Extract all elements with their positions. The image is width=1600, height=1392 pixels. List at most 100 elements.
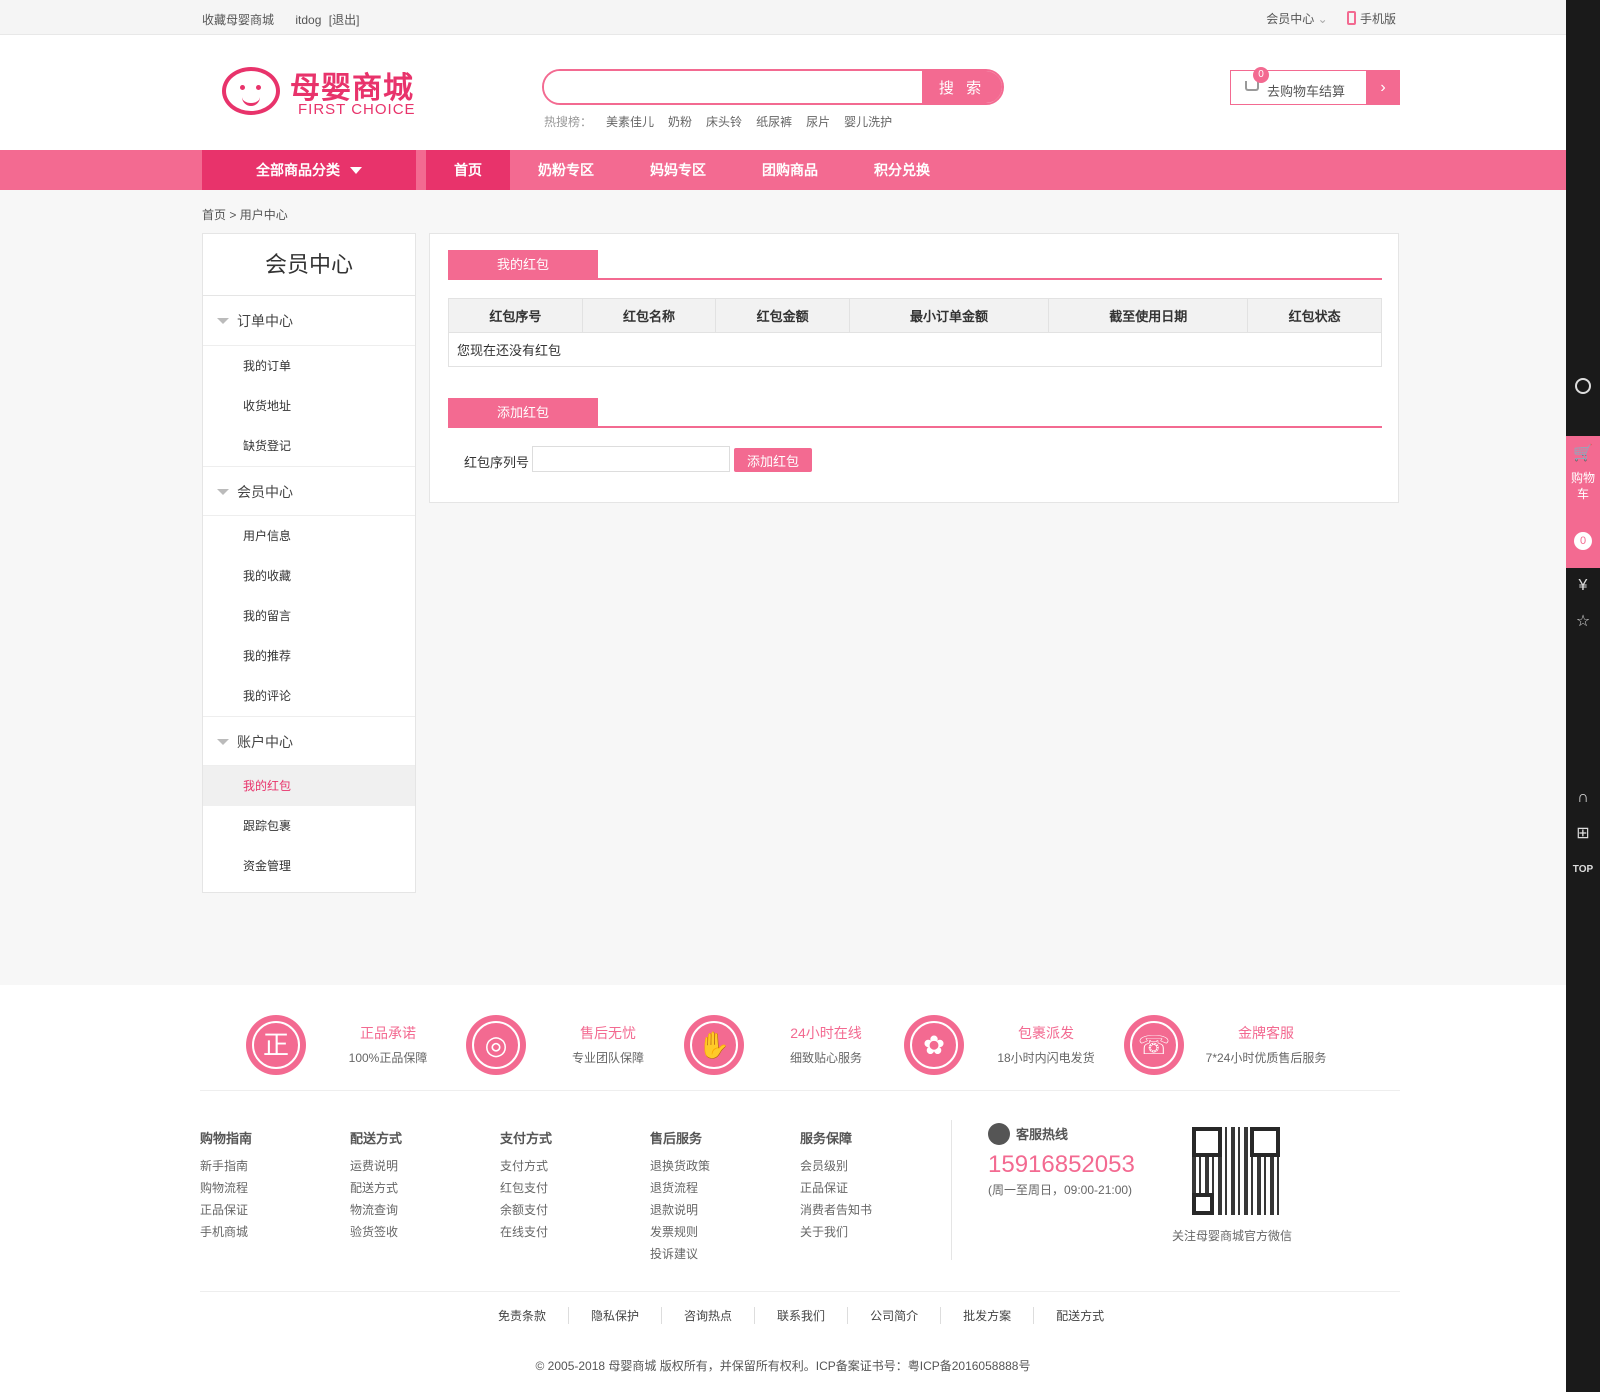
sidebar-item-my-orders[interactable]: 我的订单	[203, 346, 415, 386]
gift-icon: ✿	[904, 1015, 964, 1075]
sidebar-group-orders[interactable]: 订单中心	[203, 296, 415, 346]
cart-icon: 🛒	[1573, 445, 1593, 462]
qr-icon[interactable]: ⊞	[1566, 822, 1600, 846]
divider	[200, 1090, 1400, 1091]
hot-keyword[interactable]: 尿片	[806, 115, 830, 129]
footer-link[interactable]: 退换货政策	[650, 1155, 710, 1177]
bottom-link[interactable]: 联系我们	[754, 1307, 847, 1324]
sidebar-item-messages[interactable]: 我的留言	[203, 596, 415, 636]
star-icon[interactable]: ☆	[1566, 610, 1600, 634]
copyright: © 2005-2018 母婴商城 版权所有，并保留所有权利。ICP备案证书号：粤…	[535, 1359, 1031, 1373]
footer-link[interactable]: 手机商城	[200, 1221, 252, 1243]
all-categories-button[interactable]: 全部商品分类	[202, 150, 416, 190]
sidebar-item-reviews[interactable]: 我的评论	[203, 676, 415, 716]
service-hours: (周一至周日，09:00-21:00)	[988, 1183, 1133, 1197]
sidebar-item-address[interactable]: 收货地址	[203, 386, 415, 426]
triangle-down-icon	[217, 318, 229, 324]
yen-icon[interactable]: ¥	[1566, 574, 1600, 598]
bottom-link[interactable]: 隐私保护	[568, 1307, 661, 1324]
hot-keyword[interactable]: 奶粉	[668, 115, 692, 129]
sidebar-item-stockout[interactable]: 缺货登记	[203, 426, 415, 466]
nav-item-mom[interactable]: 妈妈专区	[622, 150, 734, 190]
username: itdog	[295, 13, 322, 27]
section-header-add-red-packet: 添加红包	[448, 398, 1382, 428]
bottom-link[interactable]: 免责条款	[488, 1307, 568, 1324]
footer-link[interactable]: 退款说明	[650, 1199, 710, 1221]
qr-caption: 关注母婴商城官方微信	[1172, 1229, 1293, 1243]
bottom-links: 免责条款 隐私保护 咨询热点 联系我们 公司简介 批发方案 配送方式	[488, 1307, 1126, 1324]
mobile-link[interactable]: 手机版	[1346, 11, 1396, 26]
hot-keyword[interactable]: 美素佳儿	[606, 115, 654, 129]
search-button[interactable]: 搜 索	[922, 71, 1002, 103]
hot-keyword[interactable]: 床头铃	[706, 115, 742, 129]
member-center-menu[interactable]: 会员中心 ⌄	[1250, 12, 1327, 26]
footer-link[interactable]: 正品保证	[800, 1177, 872, 1199]
empty-message: 您现在还没有红包	[448, 332, 1382, 367]
sidebar-item-user-info[interactable]: 用户信息	[203, 516, 415, 556]
cart-checkout-button[interactable]: 0 去购物车结算 ›	[1230, 67, 1400, 105]
footer-link[interactable]: 运费说明	[350, 1155, 402, 1177]
footer-column: 购物指南 新手指南 购物流程 正品保证 手机商城	[200, 1128, 252, 1243]
table-header-row: 红包序号 红包名称 红包金额 最小订单金额 截至使用日期 红包状态	[448, 298, 1382, 333]
footer-link[interactable]: 退货流程	[650, 1177, 710, 1199]
hot-keyword[interactable]: 纸尿裤	[756, 115, 792, 129]
bottom-link[interactable]: 批发方案	[940, 1307, 1033, 1324]
footer-link[interactable]: 消费者告知书	[800, 1199, 872, 1221]
sidebar-group-account[interactable]: 账户中心	[203, 716, 415, 766]
footer-link[interactable]: 余额支付	[500, 1199, 552, 1221]
nav-item-group[interactable]: 团购商品	[734, 150, 846, 190]
footer-link[interactable]: 发票规则	[650, 1221, 710, 1243]
cart-icon	[1245, 81, 1259, 91]
footer-link[interactable]: 在线支付	[500, 1221, 552, 1243]
bottom-link[interactable]: 配送方式	[1033, 1307, 1126, 1324]
divider	[951, 1120, 952, 1260]
bottom-link[interactable]: 公司简介	[847, 1307, 940, 1324]
sidebar-item-funds[interactable]: 资金管理	[203, 846, 415, 886]
sidebar-group-member[interactable]: 会员中心	[203, 466, 415, 516]
phone-icon	[1346, 11, 1356, 25]
user-icon[interactable]	[1575, 378, 1591, 394]
box-icon: ◎	[466, 1015, 526, 1075]
footer-link[interactable]: 关于我们	[800, 1221, 872, 1243]
logout-link[interactable]: [退出]	[329, 13, 360, 27]
sidebar-item-favorites[interactable]: 我的收藏	[203, 556, 415, 596]
top-bar: 收藏母婴商城 itdog [退出] 会员中心 ⌄ 手机版	[0, 0, 1566, 35]
footer-link[interactable]: 配送方式	[350, 1177, 402, 1199]
caret-down-icon	[350, 167, 362, 174]
chat-icon	[988, 1123, 1010, 1145]
sidebar-item-red-packets[interactable]: 我的红包	[203, 766, 415, 806]
footer-link[interactable]: 验货签收	[350, 1221, 402, 1243]
footer-link[interactable]: 红包支付	[500, 1177, 552, 1199]
member-sidebar: 会员中心 订单中心 我的订单 收货地址 缺货登记 会员中心 用户信息 我的收藏 …	[202, 233, 416, 893]
side-cart-button[interactable]: 🛒 购物车 0	[1566, 436, 1600, 568]
headset-icon[interactable]: ∩	[1566, 786, 1600, 810]
footer-link[interactable]: 会员级别	[800, 1155, 872, 1177]
footer-link[interactable]: 正品保证	[200, 1199, 252, 1221]
logo[interactable]: 母婴商城 FIRST CHOICE	[222, 63, 422, 123]
breadcrumb-current: 用户中心	[239, 208, 288, 222]
footer-link[interactable]: 物流查询	[350, 1199, 402, 1221]
favorite-link[interactable]: 收藏母婴商城	[202, 13, 274, 27]
footer-link[interactable]: 新手指南	[200, 1155, 252, 1177]
nav-item-points[interactable]: 积分兑换	[846, 150, 958, 190]
sidebar-item-track-package[interactable]: 跟踪包裹	[203, 806, 415, 846]
search-input[interactable]	[544, 71, 924, 103]
footer-link[interactable]: 购物流程	[200, 1177, 252, 1199]
add-red-packet-button[interactable]: 添加红包	[734, 448, 812, 472]
breadcrumb-home[interactable]: 首页	[202, 208, 226, 222]
footer-link[interactable]: 支付方式	[500, 1155, 552, 1177]
tab-add-red-packet[interactable]: 添加红包	[448, 398, 598, 428]
tab-my-red-packets[interactable]: 我的红包	[448, 250, 598, 280]
right-toolbar: 🛒 购物车 0 ¥ ☆ ∩ ⊞ TOP	[1566, 0, 1600, 1392]
hot-keyword[interactable]: 婴儿洗护	[844, 115, 892, 129]
footer-link[interactable]: 投诉建议	[650, 1243, 710, 1265]
nav-item-home[interactable]: 首页	[426, 150, 510, 190]
footer-column: 配送方式 运费说明 配送方式 物流查询 验货签收	[350, 1128, 402, 1243]
serial-input[interactable]	[532, 446, 730, 472]
chevron-down-icon: ⌄	[1317, 12, 1328, 26]
bottom-link[interactable]: 咨询热点	[661, 1307, 754, 1324]
back-to-top-button[interactable]: TOP	[1566, 858, 1600, 882]
nav-item-milk[interactable]: 奶粉专区	[510, 150, 622, 190]
sidebar-item-recommend[interactable]: 我的推荐	[203, 636, 415, 676]
section-header-my-red-packets: 我的红包	[448, 250, 1382, 280]
